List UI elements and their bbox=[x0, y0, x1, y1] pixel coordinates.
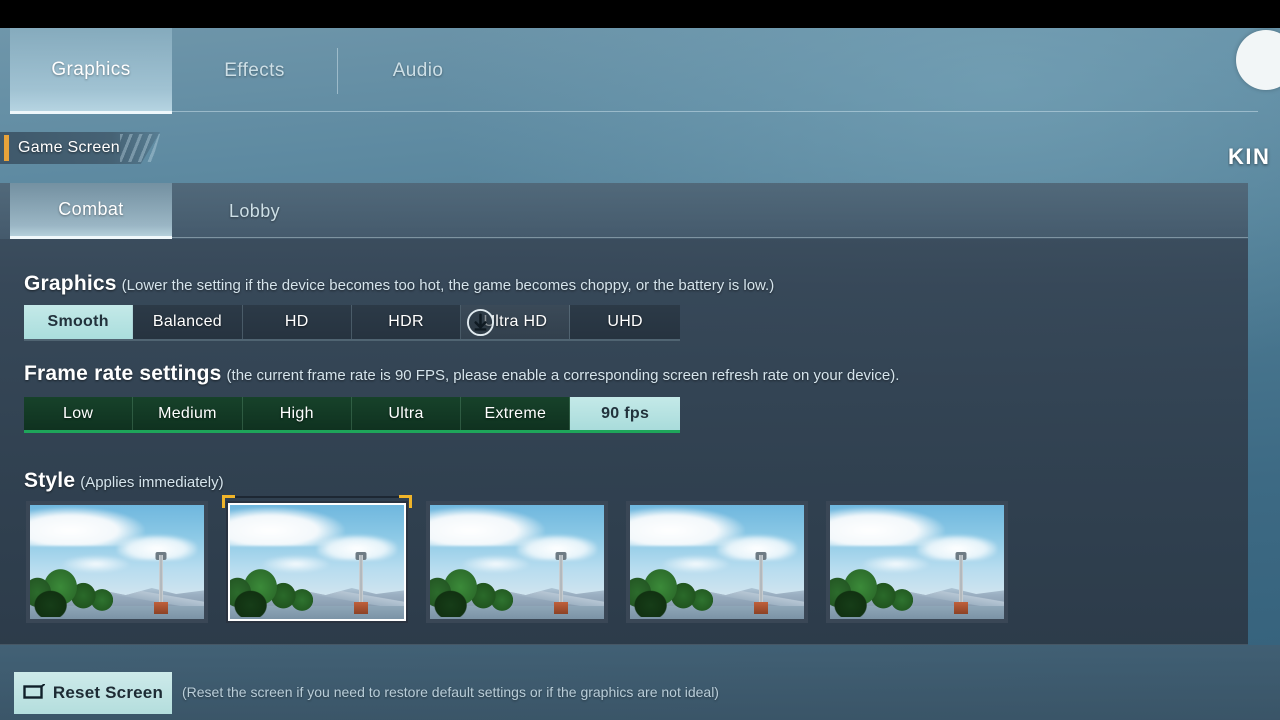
style-thumbnail-2[interactable] bbox=[222, 495, 412, 623]
reset-screen-label: Reset Screen bbox=[52, 683, 164, 702]
tab-effects[interactable]: Effects bbox=[182, 28, 327, 114]
tree-decor bbox=[230, 577, 286, 617]
graphics-option-hdr[interactable]: HDR bbox=[352, 305, 462, 339]
radio-tower-decor bbox=[354, 552, 369, 614]
tab-divider bbox=[337, 48, 338, 94]
style-thumbnail-5-image bbox=[830, 505, 1004, 619]
reset-screen-button[interactable]: Reset Screen bbox=[14, 672, 172, 714]
graphics-section-hint: (Lower the setting if the device becomes… bbox=[121, 277, 775, 294]
framerate-option-medium-label: Medium bbox=[158, 404, 217, 422]
framerate-option-extreme[interactable]: Extreme bbox=[461, 397, 571, 430]
graphics-option-balanced[interactable]: Balanced bbox=[133, 305, 243, 339]
graphics-option-balanced-label: Balanced bbox=[152, 313, 222, 330]
radio-tower-decor bbox=[754, 552, 769, 614]
subtabbar-underline bbox=[172, 237, 1248, 238]
breadcrumb-accent-bar bbox=[4, 135, 9, 161]
framerate-option-90fps-label: 90 fps bbox=[601, 404, 650, 422]
graphics-quality-selector: Smooth Balanced HD HDR Ultra HD UHD bbox=[24, 305, 680, 341]
tab-effects-label: Effects bbox=[224, 60, 285, 81]
subtab-lobby[interactable]: Lobby bbox=[182, 183, 327, 239]
graphics-section-heading: Graphics (Lower the setting if the device… bbox=[24, 272, 774, 296]
selection-corner-icon bbox=[399, 495, 412, 508]
tree-decor bbox=[30, 577, 86, 617]
style-section-title: Style bbox=[24, 469, 76, 492]
style-thumbnail-3-image bbox=[430, 505, 604, 619]
subtab-combat[interactable]: Combat bbox=[10, 183, 172, 239]
framerate-option-extreme-label: Extreme bbox=[484, 404, 547, 422]
framerate-section-heading: Frame rate settings (the current frame ra… bbox=[24, 362, 899, 386]
graphics-option-uhd[interactable]: UHD bbox=[570, 305, 679, 339]
tree-decor bbox=[630, 577, 686, 617]
style-thumbnail-3[interactable] bbox=[426, 501, 608, 623]
graphics-option-hd-label: HD bbox=[284, 313, 309, 330]
framerate-section-hint: (the current frame rate is 90 FPS, pleas… bbox=[226, 367, 900, 384]
framerate-option-medium[interactable]: Medium bbox=[133, 397, 243, 430]
radio-tower-decor bbox=[154, 552, 169, 614]
graphics-section-title: Graphics bbox=[24, 272, 117, 295]
framerate-option-high[interactable]: High bbox=[243, 397, 352, 430]
style-section-hint: (Applies immediately) bbox=[80, 474, 224, 491]
style-thumbnail-4-image bbox=[630, 505, 804, 619]
framerate-option-low[interactable]: Low bbox=[24, 397, 134, 430]
style-thumbnail-1-image bbox=[30, 505, 204, 619]
framerate-section-title: Frame rate settings bbox=[24, 362, 222, 385]
graphics-option-smooth[interactable]: Smooth bbox=[24, 305, 134, 339]
framerate-option-ultra-label: Ultra bbox=[388, 404, 424, 422]
graphics-option-ultra-hd[interactable]: Ultra HD bbox=[461, 305, 571, 339]
style-thumbnail-5[interactable] bbox=[826, 501, 1008, 623]
radio-tower-decor bbox=[554, 552, 569, 614]
style-thumbnail-2-image bbox=[228, 503, 406, 621]
subtab-lobby-label: Lobby bbox=[228, 200, 281, 221]
selection-corner-icon bbox=[222, 495, 235, 508]
graphics-option-hdr-label: HDR bbox=[388, 313, 424, 330]
selection-top-line bbox=[232, 496, 402, 498]
letterbox-top bbox=[0, 0, 1280, 28]
framerate-selector: Low Medium High Ultra Extreme 90 fps bbox=[24, 397, 680, 433]
framerate-option-ultra[interactable]: Ultra bbox=[352, 397, 462, 430]
graphics-option-uhd-label: UHD bbox=[607, 313, 643, 330]
breadcrumb-game-screen[interactable]: Game Screen bbox=[0, 132, 160, 164]
style-thumbnail-4[interactable] bbox=[626, 501, 808, 623]
tabbar-underline bbox=[172, 111, 1258, 112]
style-thumbnail-1[interactable] bbox=[26, 501, 208, 623]
framerate-option-low-label: Low bbox=[63, 404, 94, 422]
graphics-option-smooth-label: Smooth bbox=[47, 313, 109, 330]
bottom-action-bar: Reset Screen (Reset the screen if you ne… bbox=[0, 645, 1280, 720]
tab-audio-label: Audio bbox=[392, 60, 444, 81]
tab-audio[interactable]: Audio bbox=[348, 28, 488, 114]
settings-subtabbar: Combat Lobby bbox=[0, 183, 1248, 239]
settings-top-tabbar: Graphics Effects Audio bbox=[0, 28, 1258, 114]
tree-decor bbox=[430, 577, 486, 617]
tab-graphics-label: Graphics bbox=[51, 58, 131, 80]
reset-screen-hint: (Reset the screen if you need to restore… bbox=[182, 684, 719, 700]
tree-decor bbox=[830, 577, 886, 617]
bottom-divider bbox=[0, 644, 1248, 645]
radio-tower-decor bbox=[954, 552, 969, 614]
monitor-icon bbox=[23, 684, 45, 699]
graphics-option-ultra-hd-label: Ultra HD bbox=[483, 313, 548, 330]
style-section-heading: Style (Applies immediately) bbox=[24, 469, 224, 493]
graphics-option-hd[interactable]: HD bbox=[243, 305, 352, 339]
framerate-option-90fps[interactable]: 90 fps bbox=[570, 397, 680, 430]
framerate-option-high-label: High bbox=[279, 404, 314, 422]
style-thumbnail-list bbox=[26, 495, 1008, 623]
brand-watermark: KIN bbox=[1228, 144, 1271, 169]
breadcrumb-label: Game Screen bbox=[18, 139, 121, 156]
tab-graphics[interactable]: Graphics bbox=[10, 28, 172, 114]
subtab-combat-label: Combat bbox=[58, 199, 124, 219]
